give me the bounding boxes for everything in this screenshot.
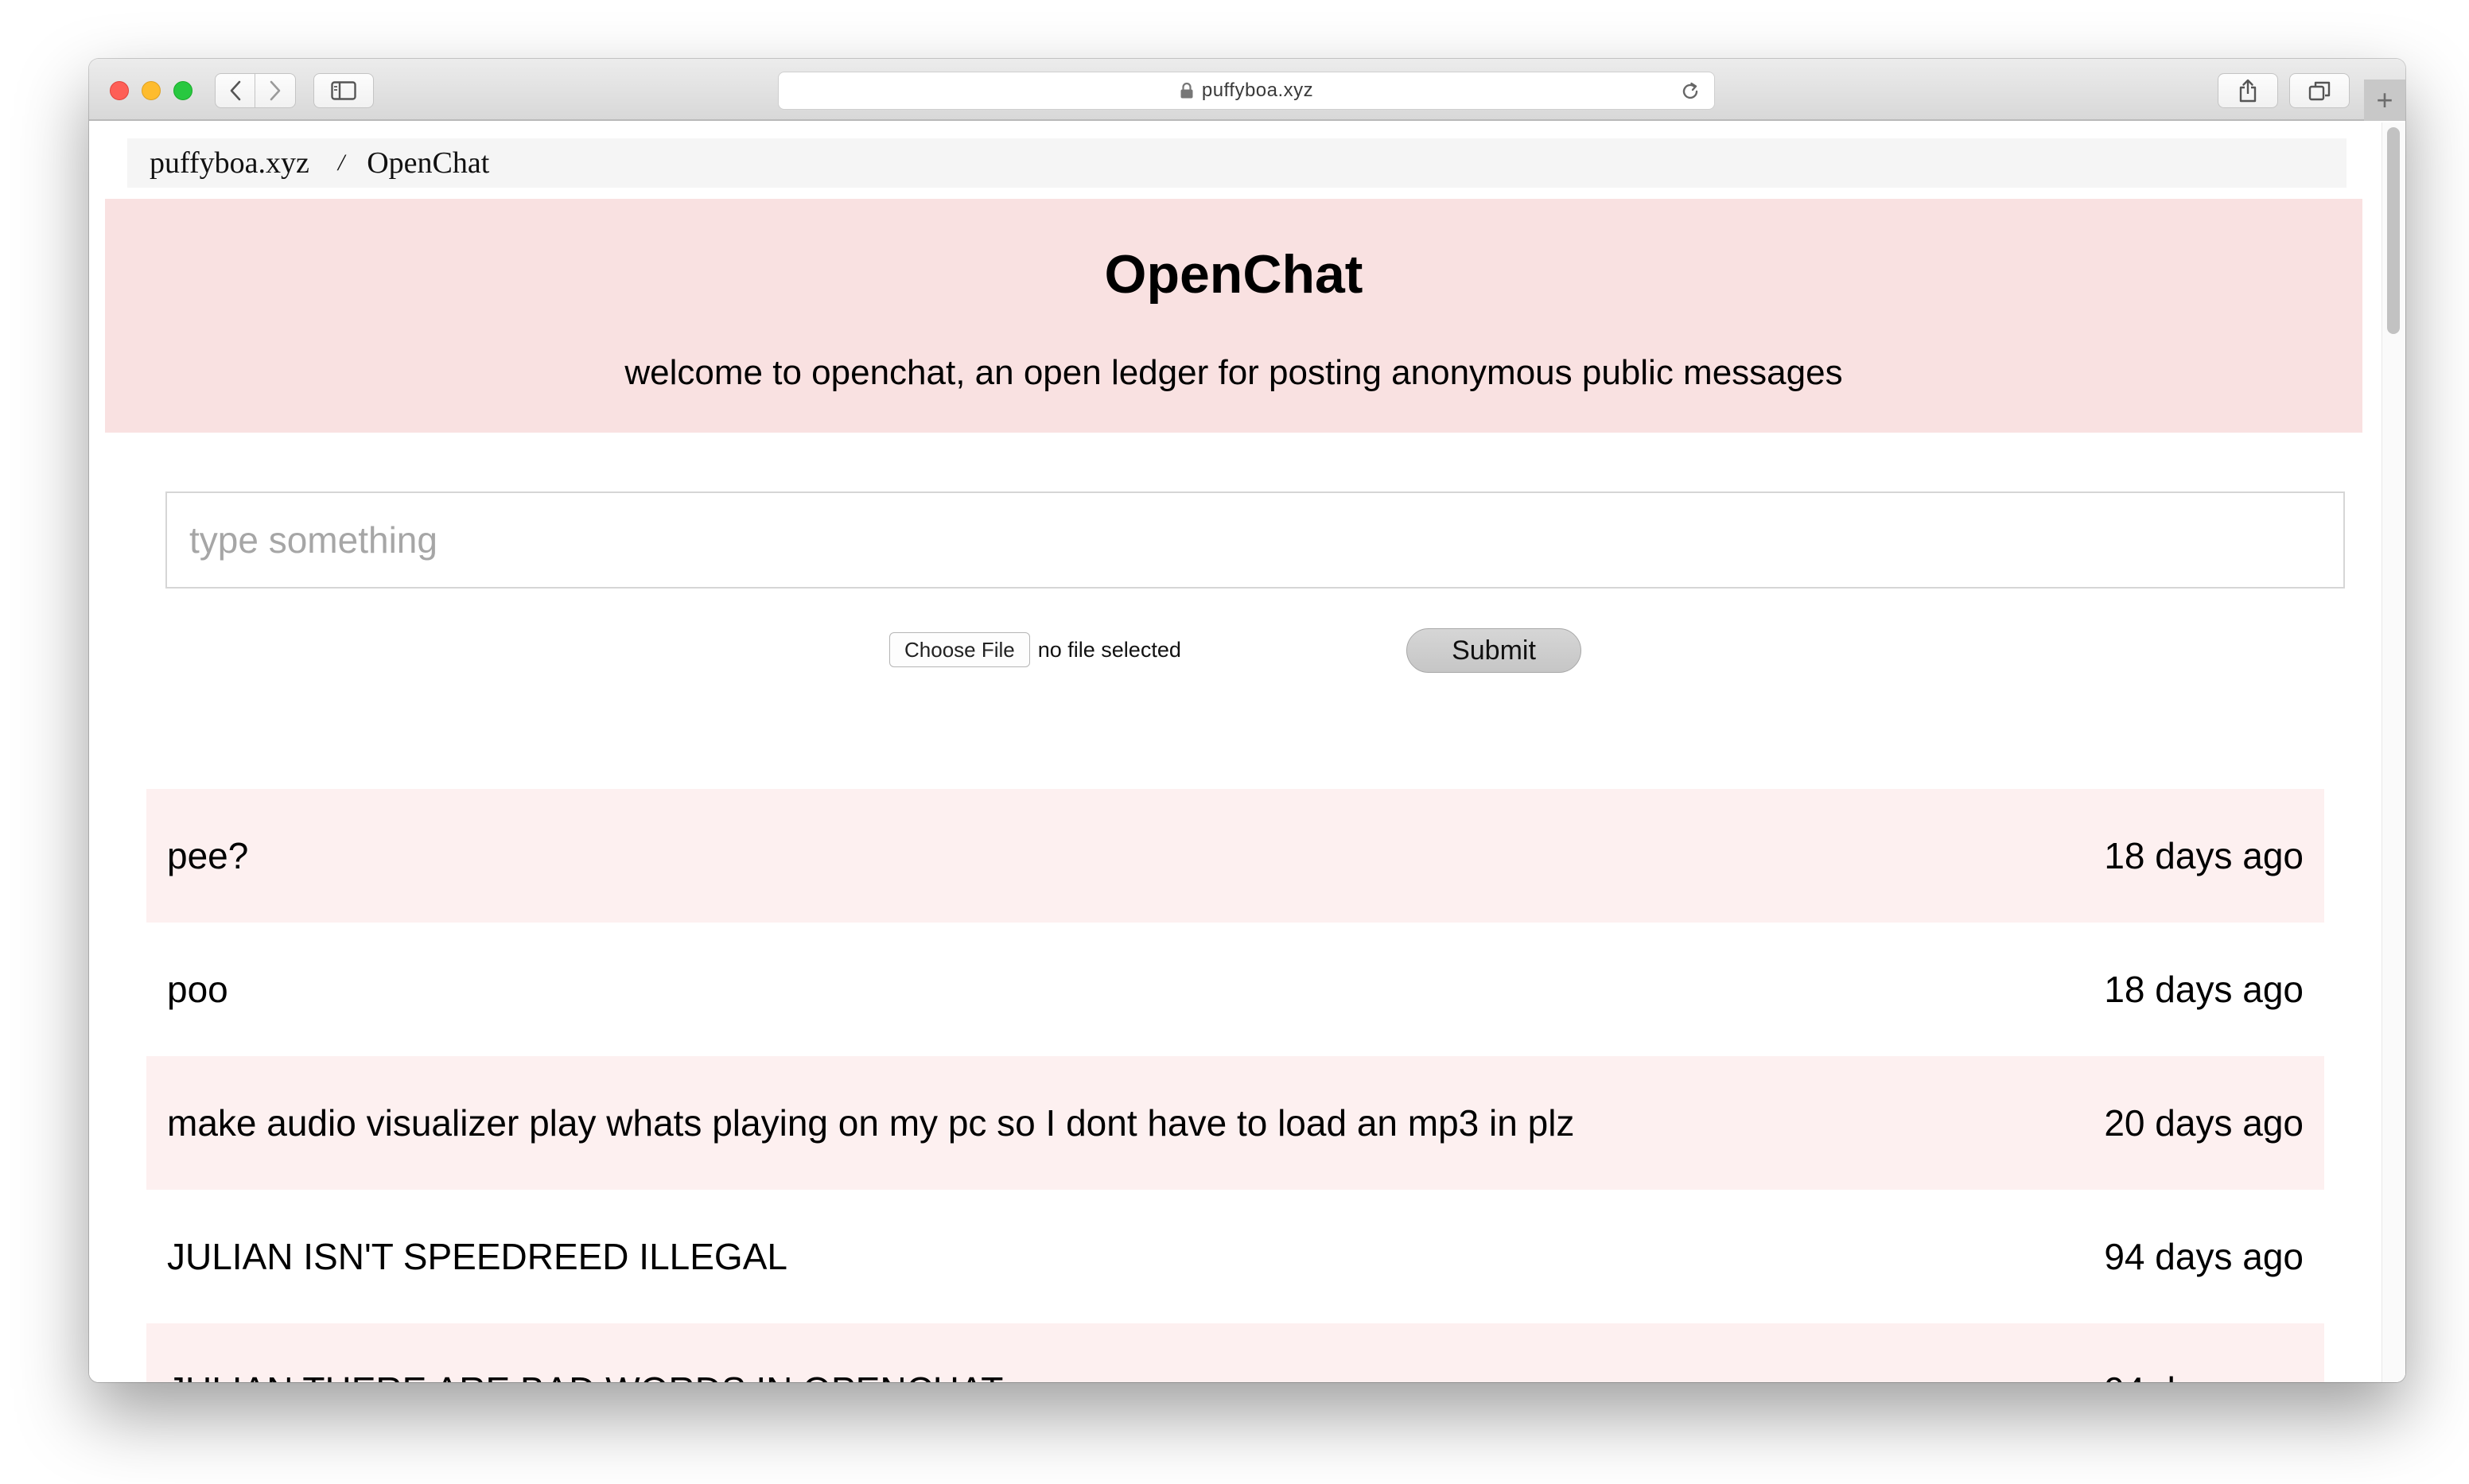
new-tab-button[interactable]: +: [2364, 80, 2405, 121]
message-row: make audio visualizer play whats playing…: [146, 1056, 2324, 1190]
message-list: pee? 18 days ago poo 18 days ago make au…: [146, 789, 2324, 1382]
tabs-icon: [2308, 81, 2331, 101]
submit-button[interactable]: Submit: [1406, 628, 1581, 673]
page-header: OpenChat welcome to openchat, an open le…: [105, 199, 2362, 433]
plus-icon: +: [2376, 84, 2393, 116]
message-input[interactable]: [165, 491, 2345, 589]
breadcrumb: puffyboa.xyz / OpenChat: [127, 138, 2347, 188]
message-row: JULIAN THERE ARE BAD WORDS IN OPENCHAT 9…: [146, 1323, 2324, 1382]
back-button[interactable]: [216, 74, 255, 107]
message-text: JULIAN ISN'T SPEEDREED ILLEGAL: [167, 1236, 787, 1277]
browser-toolbar: puffyboa.xyz +: [89, 59, 2405, 121]
message-time: 18 days ago: [2104, 835, 2304, 876]
message-text: make audio visualizer play whats playing…: [167, 1102, 1575, 1144]
message-row: poo 18 days ago: [146, 923, 2324, 1056]
chevron-right-icon: [270, 80, 281, 101]
navigation-buttons: [215, 73, 296, 108]
message-time: 94 days ago: [2104, 1369, 2304, 1382]
share-button[interactable]: [2218, 73, 2278, 108]
address-url: puffyboa.xyz: [1201, 80, 1314, 101]
page-title: OpenChat: [1104, 244, 1363, 305]
breadcrumb-home-link[interactable]: puffyboa.xyz: [150, 146, 309, 181]
vertical-scrollbar[interactable]: [2382, 122, 2405, 1382]
message-time: 94 days ago: [2104, 1236, 2304, 1277]
share-icon: [2239, 79, 2257, 103]
forward-button[interactable]: [255, 74, 295, 107]
chevron-left-icon: [230, 80, 240, 101]
page-subtitle: welcome to openchat, an open ledger for …: [624, 353, 1843, 392]
message-text: JULIAN THERE ARE BAD WORDS IN OPENCHAT: [167, 1369, 1003, 1382]
sidebar-toggle-button[interactable]: [313, 73, 374, 108]
sidebar-icon: [331, 81, 356, 100]
show-tabs-button[interactable]: [2289, 73, 2350, 108]
reload-icon[interactable]: [1679, 80, 1701, 103]
message-row: pee? 18 days ago: [146, 789, 2324, 923]
browser-window: puffyboa.xyz + puffyboa.xyz / OpenChat O…: [89, 59, 2405, 1382]
breadcrumb-current: OpenChat: [367, 146, 490, 180]
choose-file-button[interactable]: Choose File: [889, 632, 1030, 667]
close-window-button[interactable]: [110, 81, 129, 100]
message-time: 18 days ago: [2104, 969, 2304, 1010]
breadcrumb-separator: /: [337, 150, 345, 176]
message-text: poo: [167, 969, 228, 1010]
address-bar[interactable]: puffyboa.xyz: [778, 72, 1715, 110]
lock-icon: [1180, 82, 1194, 99]
page-viewport: puffyboa.xyz / OpenChat OpenChat welcome…: [89, 122, 2405, 1382]
file-upload: Choose File no file selected: [889, 631, 1181, 668]
message-row: JULIAN ISN'T SPEEDREED ILLEGAL 94 days a…: [146, 1190, 2324, 1323]
zoom-window-button[interactable]: [173, 81, 192, 100]
message-text: pee?: [167, 835, 249, 876]
message-time: 20 days ago: [2104, 1102, 2304, 1144]
scrollbar-thumb[interactable]: [2387, 127, 2400, 334]
minimize-window-button[interactable]: [142, 81, 161, 100]
file-status-text: no file selected: [1037, 637, 1181, 662]
